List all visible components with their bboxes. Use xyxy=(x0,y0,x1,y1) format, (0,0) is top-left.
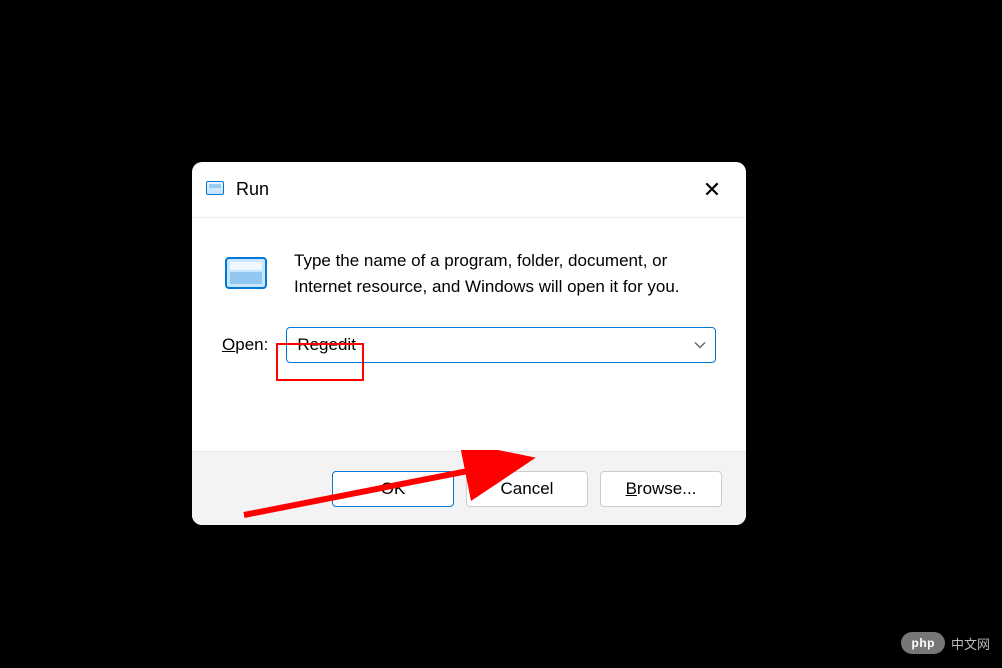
open-input[interactable] xyxy=(286,327,716,363)
close-icon: ✕ xyxy=(703,177,721,203)
watermark: php 中文网 xyxy=(901,632,990,654)
open-combobox[interactable] xyxy=(286,327,716,363)
cancel-button[interactable]: Cancel xyxy=(466,471,588,507)
ok-button[interactable]: OK xyxy=(332,471,454,507)
run-dialog: Run ✕ Type the name of a program, folder… xyxy=(192,162,746,525)
titlebar: Run ✕ xyxy=(192,162,746,218)
watermark-logo: php xyxy=(901,632,945,654)
dialog-title: Run xyxy=(236,179,269,200)
close-button[interactable]: ✕ xyxy=(696,174,728,206)
description-row: Type the name of a program, folder, docu… xyxy=(222,248,716,299)
program-icon xyxy=(222,252,270,292)
dialog-content: Type the name of a program, folder, docu… xyxy=(192,218,746,403)
open-label: Open: xyxy=(222,335,268,355)
titlebar-left: Run xyxy=(206,179,269,200)
input-row: Open: xyxy=(222,327,716,363)
watermark-text: 中文网 xyxy=(951,634,990,653)
run-icon xyxy=(206,181,226,199)
description-text: Type the name of a program, folder, docu… xyxy=(294,248,716,299)
browse-button[interactable]: Browse... xyxy=(600,471,722,507)
button-row: OK Cancel Browse... xyxy=(192,451,746,525)
